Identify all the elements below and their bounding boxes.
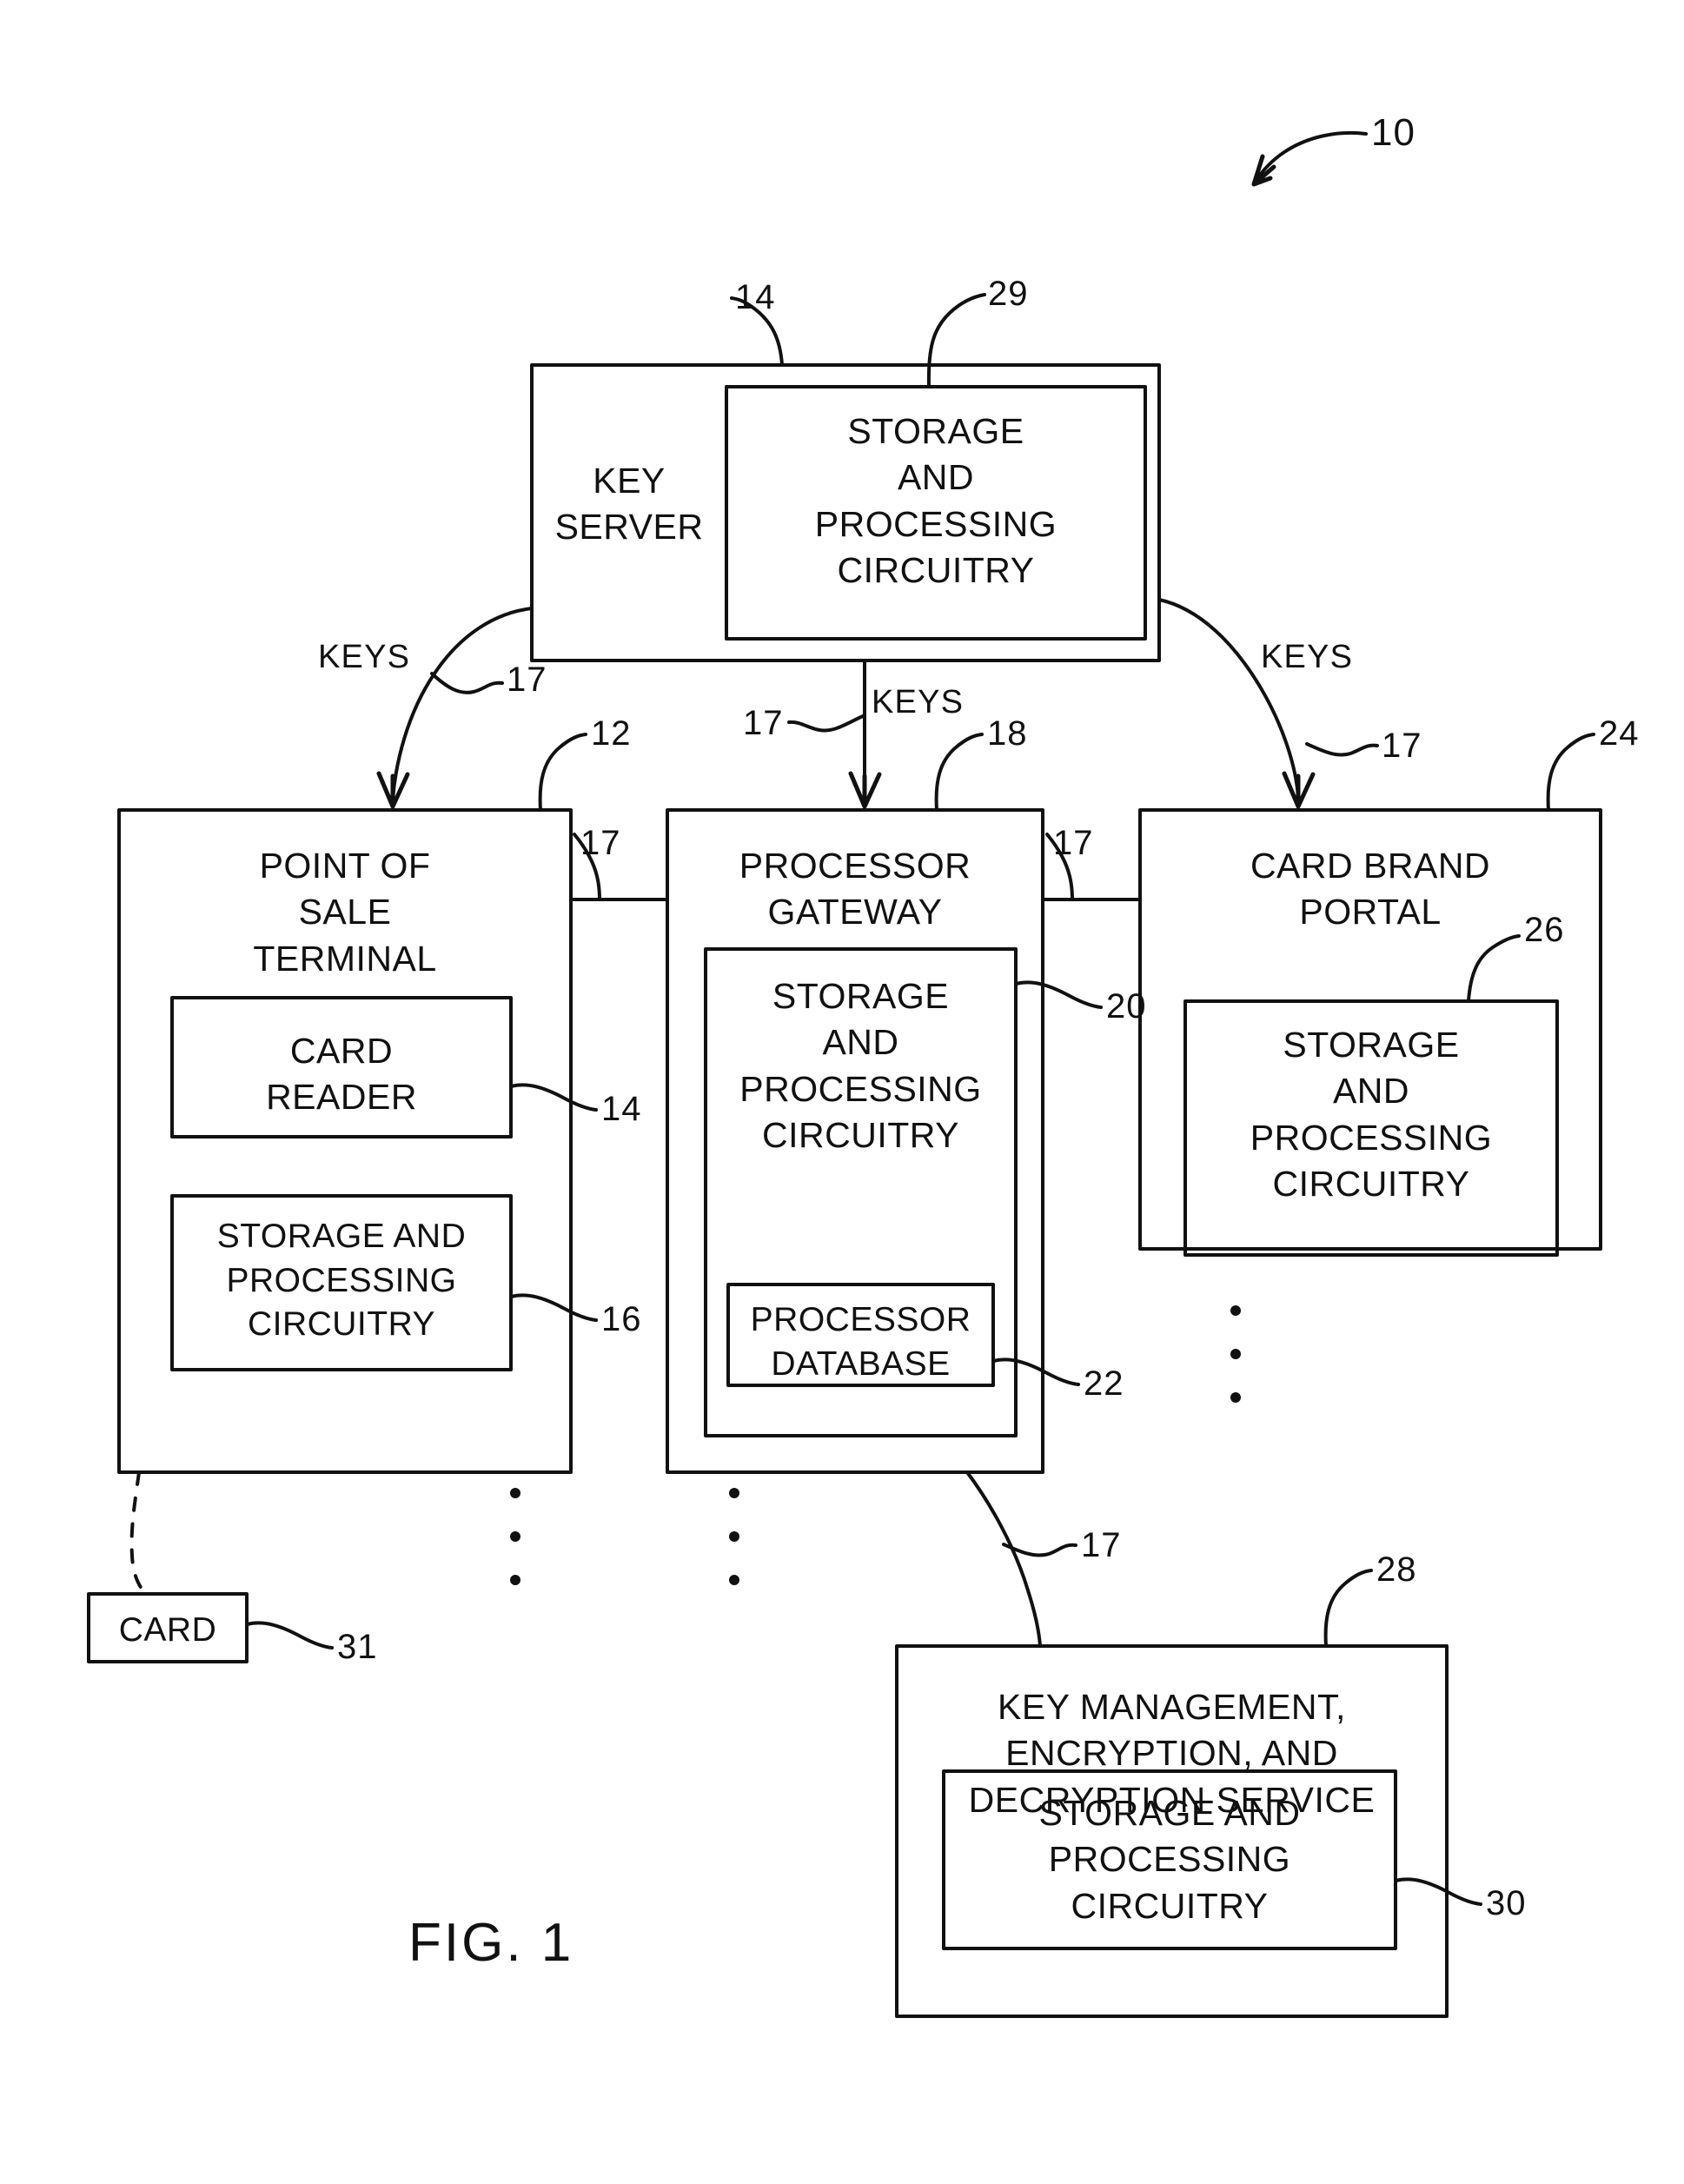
figure-linework [87,130,1602,2018]
leader-31-card [245,1621,334,1650]
card-reader-box [170,996,513,1138]
leader-26-portal-storage [1467,934,1521,1003]
keys-label-left: KEYS [318,639,411,675]
ref-14-card-reader: 14 [601,1090,642,1128]
keys-arrow-right [1157,598,1300,800]
ref-17-keys-center: 17 [743,704,784,742]
processor-gateway-box [666,808,1044,1474]
leader-18-gateway [934,733,984,812]
ref-17-pos-gateway: 17 [580,824,621,862]
leader-17-keys-right [1305,742,1379,757]
keys-label-right: KEYS [1261,639,1354,675]
processor-database-box [726,1283,995,1387]
patent-figure: KEY SERVER 14 STORAGE AND PROCESSING CIR… [0,0,1684,2184]
leader-29-keyserver-storage [926,293,986,388]
arrowhead-keys-center [848,771,882,809]
keys-arrow-left [391,607,534,801]
gateway-storage-box [704,947,1018,1437]
ref-18-processor-gateway: 18 [987,714,1028,753]
leader-17-keys-left [430,672,504,694]
pos-terminal-box [117,808,573,1474]
card-brand-portal-box [1138,808,1602,1251]
ref-17-keys-left: 17 [507,661,547,699]
arrowhead-keys-right [1282,771,1316,809]
ref-29-key-server-storage: 29 [988,275,1029,313]
arrowhead-keys-left [376,771,410,809]
key-server-storage-box [725,385,1147,641]
card-swipe-line [129,1470,148,1596]
leader-12-pos [538,733,587,812]
ref-14-key-server: 14 [735,278,776,316]
ref-26-portal-storage: 26 [1524,911,1565,949]
ref-22-processor-database: 22 [1084,1364,1124,1403]
key-server-box [530,363,1161,662]
portal-storage-box [1183,999,1559,1257]
ref-28-key-service: 28 [1376,1550,1417,1589]
leader-16-pos-storage [509,1293,598,1322]
leader-17-keys-center [787,714,865,733]
leader-28-key-service [1323,1569,1373,1648]
leader-30-key-service-storage [1394,1877,1482,1906]
keys-label-center: KEYS [872,684,965,720]
figure-caption: FIG. 1 [408,1913,574,1973]
leader-20-gateway-storage [1014,980,1103,1009]
ref-12-pos-terminal: 12 [591,714,632,753]
key-service-box [895,1644,1449,2018]
ref-17-keys-right: 17 [1382,727,1422,765]
ref-31-card: 31 [337,1628,378,1666]
ellipsis-dots [510,1305,1241,1585]
ref-24-card-brand-portal: 24 [1599,714,1640,753]
card-box [87,1592,249,1663]
leader-14-card-reader [509,1083,598,1112]
ref-10-system: 10 [1371,111,1415,154]
link-gateway-service [965,1470,1042,1648]
ref-20-gateway-storage: 20 [1106,987,1147,1026]
ref-30-key-service-storage: 30 [1486,1884,1527,1922]
ref-16-pos-storage: 16 [601,1300,642,1338]
ref-17-gateway-portal: 17 [1053,824,1094,862]
pos-storage-box [170,1194,513,1371]
leader-22-database [991,1358,1080,1386]
key-service-storage-box [942,1769,1397,1950]
ref-17-gateway-service: 17 [1081,1526,1122,1564]
leader-24-portal [1546,733,1595,812]
